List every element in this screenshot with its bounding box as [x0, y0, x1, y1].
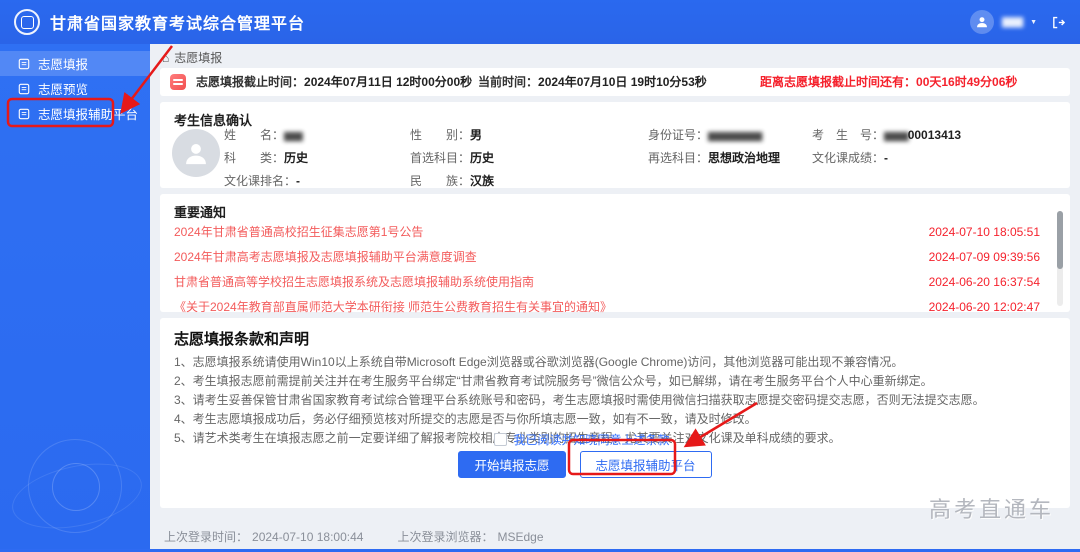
field-second-subject: 再选科目：思想政治地理 — [648, 151, 781, 165]
agreement-row: 我已阅读并知晓同意上述条款 — [160, 431, 1070, 448]
field-category: 科 类：历史 — [224, 151, 309, 165]
last-browser-label: 上次登录浏览器： — [397, 530, 494, 544]
sidebar-item-label: 志愿填报辅助平台 — [38, 108, 139, 122]
sidebar-item-volunteer-preview[interactable]: 志愿预览 — [0, 76, 150, 101]
current-time: 当前时间：2024年07月10日 19时10分53秒 — [478, 68, 707, 96]
current-time-label: 当前时间： — [478, 75, 539, 89]
field-candidate-number: 考 生 号：▇▇▇▇00013413 — [812, 128, 962, 142]
field-ethnicity: 民 族：汉族 — [410, 174, 495, 188]
field-gender: 性 别：男 — [410, 128, 483, 142]
breadcrumb-current[interactable]: 志愿填报 — [174, 49, 222, 66]
student-fields: 姓 名：▇▇▇ 性 别：男 身份证号：▇▇▇▇▇▇▇▇▇ 考 生 号：▇▇▇▇0… — [224, 123, 961, 192]
deadline-alert-icon — [170, 74, 186, 90]
last-login-info: 上次登录时间： 2024-07-10 18:00:44 上次登录浏览器： MSEdge — [164, 528, 548, 545]
watermark-text: 高考直通车 — [928, 497, 1054, 522]
list-item: 《关于2024年教育部直属师范大学本研衔接 师范生公费教育招生有关事宜的通知》 … — [174, 294, 1040, 319]
app-header: 甘肃省国家教育考试综合管理平台 ▇▇▇ ▼ — [0, 0, 1080, 44]
notice-date: 2024-07-09 09:39:56 — [928, 249, 1040, 264]
header-user-area: ▇▇▇ ▼ — [969, 10, 1066, 34]
assist-platform-button[interactable]: 志愿填报辅助平台 — [579, 451, 712, 478]
terms-item: 2、考生填报志愿前需提前关注并在考生服务平台绑定“甘肃省教育考试院服务号”微信公… — [174, 374, 933, 388]
field-first-subject: 首选科目：历史 — [410, 151, 495, 165]
notice-date: 2024-06-20 12:02:47 — [928, 299, 1040, 314]
masked-id-number: ▇▇▇▇▇▇▇▇▇ — [708, 131, 762, 141]
notice-link[interactable]: 《关于2024年教育部直属师范大学本研衔接 师范生公费教育招生有关事宜的通知》 — [174, 298, 612, 315]
countdown: 距离志愿填报截止时间还有：00天16时49分06秒 — [760, 68, 1017, 96]
sidebar-watermark-emblem — [28, 439, 122, 533]
terms-card: 志愿填报条款和声明 1、志愿填报系统请使用Win10以上系统自带Microsof… — [160, 318, 1070, 508]
form-icon — [18, 58, 30, 69]
deadline-value: 2024年07月11日 12时00分00秒 — [304, 75, 473, 89]
app-title: 甘肃省国家教育考试综合管理平台 — [50, 16, 306, 33]
sidebar-item-volunteer-fill[interactable]: 志愿填报 — [0, 51, 150, 76]
notice-date: 2024-07-10 18:05:51 — [928, 224, 1040, 239]
home-icon[interactable]: ⌂ — [162, 51, 169, 65]
sidebar-item-label: 志愿预览 — [38, 83, 89, 97]
last-login-time-label: 上次登录时间： — [164, 530, 249, 544]
start-fill-button[interactable]: 开始填报志愿 — [458, 451, 566, 478]
list-item: 甘肃省普通高等学校招生志愿填报系统及志愿填报辅助系统使用指南 2024-06-2… — [174, 269, 1040, 294]
form-icon — [18, 108, 30, 119]
scrollbar-track[interactable] — [1057, 211, 1063, 306]
sidebar-item-label: 志愿填报 — [38, 58, 89, 72]
list-item: 2024年甘肃高考志愿填报及志愿填报辅助平台满意度调查 2024-07-09 0… — [174, 244, 1040, 269]
form-icon — [18, 83, 30, 94]
notice-link[interactable]: 2024年甘肃省普通高校招生征集志愿第1号公告 — [174, 223, 423, 240]
deadline-time: 志愿填报截止时间：2024年07月11日 12时00分00秒 — [196, 68, 472, 96]
current-time-value: 2024年07月10日 19时10分53秒 — [538, 75, 707, 89]
masked-candidate-prefix: ▇▇▇▇ — [884, 131, 909, 141]
list-item: 2024年甘肃省普通高校招生征集志愿第1号公告 2024-07-10 18:05… — [174, 219, 1040, 244]
logout-button[interactable] — [1051, 15, 1066, 30]
platform-logo-icon — [14, 9, 40, 35]
terms-item: 1、志愿填报系统请使用Win10以上系统自带Microsoft Edge浏览器或… — [174, 355, 904, 369]
agreement-checkbox[interactable] — [494, 433, 508, 446]
field-culture-rank: 文化课排名：- — [224, 174, 301, 188]
scrollbar-thumb[interactable] — [1057, 211, 1063, 269]
notice-date: 2024-06-20 16:37:54 — [928, 274, 1040, 289]
sidebar-item-assist-platform[interactable]: 志愿填报辅助平台 — [0, 101, 150, 126]
notice-link[interactable]: 甘肃省普通高等学校招生志愿填报系统及志愿填报辅助系统使用指南 — [174, 273, 534, 290]
terms-title: 志愿填报条款和声明 — [174, 331, 310, 348]
countdown-value: 00天16时49分06秒 — [916, 75, 1018, 89]
masked-name: ▇▇▇ — [284, 131, 303, 141]
countdown-label: 距离志愿填报截止时间还有： — [760, 75, 917, 89]
action-buttons: 开始填报志愿 志愿填报辅助平台 — [160, 451, 1070, 478]
agreement-label[interactable]: 我已阅读并知晓同意上述条款 — [513, 431, 669, 448]
terms-item: 4、考生志愿填报成功后，务必仔细预览核对所提交的志愿是否与你所填志愿一致，如有不… — [174, 412, 757, 426]
deadline-label: 志愿填报截止时间： — [196, 75, 305, 89]
person-icon — [186, 144, 206, 165]
field-name: 姓 名：▇▇▇ — [224, 128, 303, 142]
notice-link[interactable]: 2024年甘肃高考志愿填报及志愿填报辅助平台满意度调查 — [174, 248, 477, 265]
notices-card: 重要通知 2024年甘肃省普通高校招生征集志愿第1号公告 2024-07-10 … — [160, 194, 1070, 314]
last-browser-value: MSEdge — [497, 530, 544, 544]
student-info-card: 考生信息确认 姓 名：▇▇▇ 性 别：男 身份证号：▇▇▇▇▇▇▇▇▇ 考 生 … — [160, 102, 1070, 188]
chevron-down-icon[interactable]: ▼ — [1030, 19, 1037, 26]
field-culture-score: 文化课成绩：- — [812, 151, 889, 165]
terms-item: 3、请考生妥善保管甘肃省国家教育考试综合管理平台系统账号和密码，考生志愿填报时需… — [174, 393, 985, 407]
sidebar: 志愿填报 志愿预览 志愿填报辅助平台 — [0, 44, 150, 549]
breadcrumb: ⌂ 志愿填报 — [162, 49, 222, 66]
person-icon — [977, 17, 987, 28]
notice-list: 2024年甘肃省普通高校招生征集志愿第1号公告 2024-07-10 18:05… — [174, 219, 1040, 319]
logout-icon — [1053, 16, 1066, 28]
main-content: ⌂ 志愿填报 志愿填报截止时间：2024年07月11日 12时00分00秒 当前… — [150, 44, 1080, 552]
last-login-time-value: 2024-07-10 18:00:44 — [252, 530, 364, 544]
deadline-bar: 志愿填报截止时间：2024年07月11日 12时00分00秒 当前时间：2024… — [160, 68, 1070, 96]
user-name[interactable]: ▇▇▇ — [1002, 17, 1023, 28]
field-id-number: 身份证号：▇▇▇▇▇▇▇▇▇ — [648, 128, 762, 142]
student-avatar — [172, 129, 220, 177]
user-avatar[interactable] — [969, 10, 994, 34]
